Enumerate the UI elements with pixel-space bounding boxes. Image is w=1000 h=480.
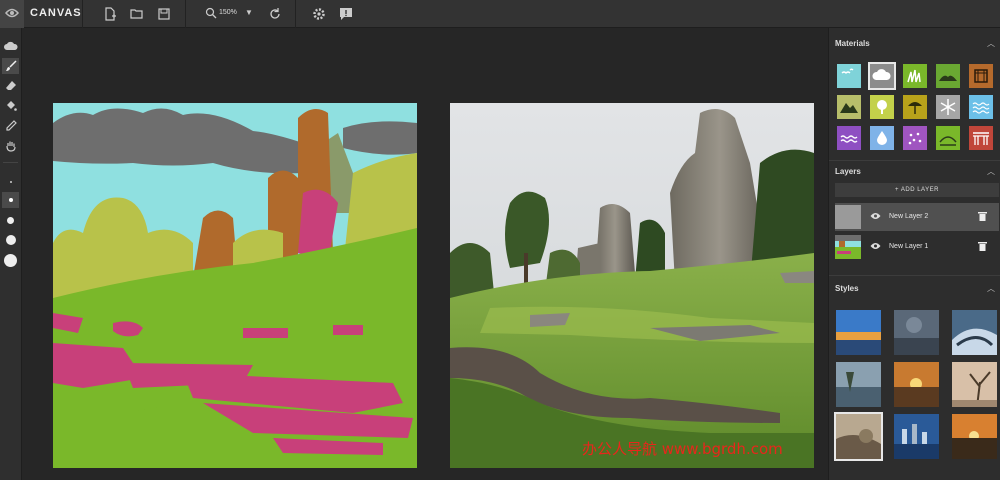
new-file-icon[interactable] (101, 5, 119, 23)
feedback-icon[interactable] (337, 5, 355, 23)
add-layer-button[interactable]: + ADD LAYER (835, 183, 999, 197)
chevron-up-icon[interactable]: ︿ (987, 38, 995, 49)
generated-landscape-image (450, 103, 814, 468)
layer-item[interactable]: New Layer 1 (835, 233, 999, 261)
material-cloud-icon[interactable] (868, 62, 896, 90)
zoom-icon (205, 7, 217, 19)
top-toolbar: CANVAS 150% ▼ (0, 0, 1000, 28)
brush-size-medium[interactable] (2, 212, 19, 228)
style-thumbnail[interactable] (952, 414, 997, 459)
layer-thumbnail (835, 205, 861, 229)
style-thumbnail[interactable] (952, 310, 997, 355)
material-building-icon[interactable] (969, 64, 993, 88)
chevron-up-icon[interactable]: ︿ (987, 166, 995, 177)
tool-sidebar (0, 28, 22, 480)
right-panel: Materials ︿ Layers ︿ + ADD LAYER New Lay… (828, 28, 1000, 480)
app-title: CANVAS (30, 7, 82, 19)
layers-title: Layers (835, 167, 861, 176)
style-thumbnail[interactable] (836, 310, 881, 355)
brush-icon[interactable] (2, 58, 19, 74)
pan-hand-icon[interactable] (2, 138, 19, 154)
material-flowers-icon[interactable] (903, 126, 927, 150)
zoom-value: 150% (219, 9, 237, 16)
eraser-icon[interactable] (2, 78, 19, 94)
style-thumbnail[interactable] (894, 310, 939, 355)
save-icon[interactable] (155, 5, 173, 23)
brush-size-xlarge[interactable] (2, 252, 19, 268)
styles-title: Styles (835, 284, 859, 293)
chevron-down-icon: ▼ (245, 8, 253, 17)
settings-icon[interactable] (310, 5, 328, 23)
chevron-up-icon[interactable]: ︿ (987, 283, 995, 294)
brush-size-large[interactable] (2, 232, 19, 248)
trash-icon[interactable] (978, 241, 987, 251)
trash-icon[interactable] (978, 211, 987, 221)
eye-icon[interactable] (870, 212, 881, 220)
watermark-text: 办公人导航 www.bgrdh.com (582, 440, 783, 458)
material-hill-icon[interactable] (936, 64, 960, 88)
segmentation-canvas[interactable] (53, 103, 417, 468)
fill-bucket-icon[interactable] (2, 98, 19, 114)
material-sky-birds-icon[interactable] (837, 64, 861, 88)
layer-name: New Layer 1 (889, 243, 929, 250)
material-bridge-icon[interactable] (969, 126, 993, 150)
material-tree-icon[interactable] (870, 95, 894, 119)
material-water-drop-icon[interactable] (870, 126, 894, 150)
layer-item[interactable]: New Layer 2 (835, 203, 999, 231)
material-mountain-icon[interactable] (837, 95, 861, 119)
eyedropper-icon[interactable] (2, 118, 19, 134)
material-sea-icon[interactable] (837, 126, 861, 150)
reset-icon[interactable] (266, 5, 284, 23)
style-thumbnail[interactable] (952, 362, 997, 407)
open-folder-icon[interactable] (128, 5, 146, 23)
layer-name: New Layer 2 (889, 213, 929, 220)
brush-size-small[interactable] (2, 192, 19, 208)
cloud-shape-icon[interactable] (2, 38, 19, 54)
zoom-dropdown[interactable]: 150% ▼ (203, 4, 255, 24)
material-grass-icon[interactable] (903, 64, 927, 88)
style-thumbnail[interactable] (836, 362, 881, 407)
material-river-icon[interactable] (936, 126, 960, 150)
materials-title: Materials (835, 39, 870, 48)
nvidia-logo-icon (0, 0, 24, 28)
layer-thumbnail (835, 235, 861, 259)
style-thumbnail[interactable] (894, 362, 939, 407)
style-thumbnail-selected[interactable] (834, 412, 883, 461)
eye-icon[interactable] (870, 242, 881, 250)
brush-size-tiny[interactable] (2, 174, 19, 190)
material-water-waves-icon[interactable] (969, 95, 993, 119)
style-thumbnail[interactable] (894, 414, 939, 459)
material-snow-icon[interactable] (936, 95, 960, 119)
material-beach-umbrella-icon[interactable] (903, 95, 927, 119)
